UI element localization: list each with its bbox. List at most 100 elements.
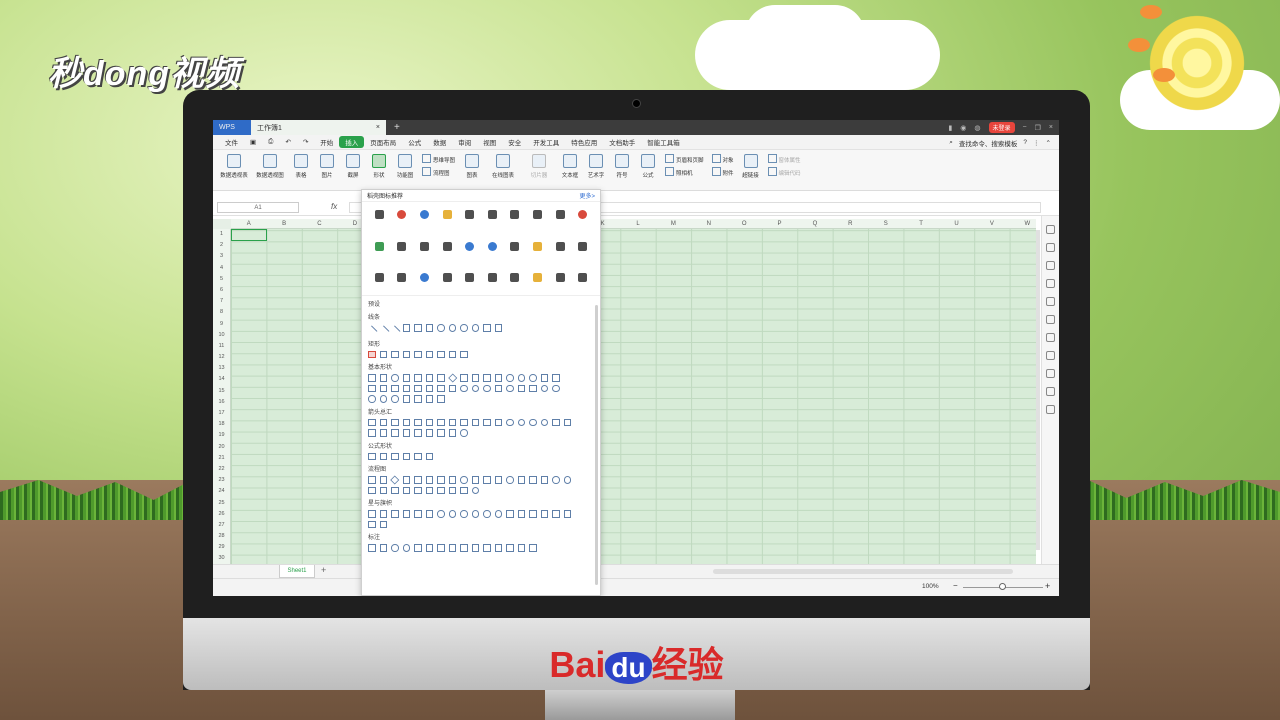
building-icon[interactable] (442, 241, 452, 251)
row-header[interactable]: 9 (213, 319, 230, 330)
storage-icon[interactable] (1046, 315, 1055, 324)
oval-shape[interactable] (391, 374, 399, 382)
row-header[interactable]: 3 (213, 251, 230, 262)
help-icon[interactable]: ? (1023, 139, 1027, 146)
display-shape[interactable] (471, 486, 479, 494)
row-header[interactable]: 14 (213, 374, 230, 385)
menu-tab-formulas[interactable]: 公式 (402, 137, 427, 147)
parallelogram-shape[interactable] (425, 374, 433, 382)
online-chart-button[interactable]: 在线图表 (486, 154, 520, 179)
menu-tab-developer[interactable]: 开发工具 (527, 137, 565, 147)
line-callout-4-shape[interactable] (448, 544, 456, 552)
fx-button[interactable]: fx (331, 202, 337, 211)
delay-shape[interactable] (425, 486, 433, 494)
or-shape[interactable] (563, 476, 571, 484)
column-header[interactable]: B (266, 219, 301, 228)
wps-app-tab[interactable]: WPS (213, 120, 251, 135)
row-header[interactable]: 25 (213, 498, 230, 509)
column-header[interactable]: S (868, 219, 903, 228)
curved-right-arrow-shape[interactable] (506, 418, 514, 426)
border-callout-1-shape[interactable] (506, 544, 514, 552)
vertical-textbox-shape[interactable] (379, 374, 387, 382)
frame-shape[interactable] (552, 374, 560, 382)
accent-callout-4-shape[interactable] (494, 544, 502, 552)
person-icon[interactable] (532, 273, 542, 283)
smiley-face-shape[interactable] (506, 384, 514, 392)
alternate-process-shape[interactable] (379, 476, 387, 484)
select-icon[interactable] (1046, 225, 1055, 234)
document-flow-shape[interactable] (437, 476, 445, 484)
money-icon[interactable] (374, 241, 384, 251)
snip-diagonal-rectangle-shape[interactable] (414, 350, 422, 358)
row-header[interactable]: 10 (213, 330, 230, 341)
left-up-arrow-shape[interactable] (483, 418, 491, 426)
command-search[interactable]: 查找命令、搜索模板 (959, 138, 1018, 148)
horizontal-scroll-shape[interactable] (563, 510, 571, 518)
row-header[interactable]: 5 (213, 274, 230, 285)
vertical-scrollbar[interactable] (1036, 230, 1040, 550)
star-5-shape[interactable] (402, 510, 410, 518)
search-icon[interactable]: ⌕ (949, 139, 953, 147)
snip-rectangle-shape[interactable] (391, 350, 399, 358)
slicer-button[interactable]: 切片器 (522, 154, 556, 179)
magnetic-disk-shape[interactable] (448, 486, 456, 494)
row-header[interactable]: 21 (213, 453, 230, 464)
camera-button[interactable]: 照相机 (665, 167, 704, 177)
cube-shape[interactable] (437, 384, 445, 392)
row-header[interactable]: 15 (213, 386, 230, 397)
round-single-rectangle-shape[interactable] (437, 350, 445, 358)
row-header[interactable]: 28 (213, 531, 230, 542)
block-arc-shape[interactable] (483, 384, 491, 392)
file-icon[interactable] (465, 273, 475, 283)
bulb-icon[interactable] (442, 210, 452, 219)
shapes-panel-scrollbar[interactable] (595, 305, 598, 585)
hexagon-shape[interactable] (471, 374, 479, 382)
curve-connector-shape[interactable] (437, 324, 445, 332)
ball-icon[interactable] (397, 210, 407, 219)
collate-shape[interactable] (368, 486, 376, 494)
line-callout-3-shape[interactable] (437, 544, 445, 552)
refresh-icon[interactable] (419, 241, 429, 251)
bent-arrow-shape[interactable] (460, 418, 468, 426)
double-brace-shape[interactable] (391, 395, 399, 403)
row-header[interactable]: 13 (213, 363, 230, 374)
row-header[interactable]: 23 (213, 475, 230, 486)
striped-right-arrow-shape[interactable] (552, 418, 560, 426)
close-tab-icon[interactable]: × (376, 124, 380, 131)
scribble-shape[interactable] (494, 324, 502, 332)
name-box[interactable]: A1 (217, 202, 299, 213)
star-4-shape[interactable] (391, 510, 399, 518)
column-header[interactable]: M (656, 219, 691, 228)
menu-tab-insert[interactable]: 插入 (339, 136, 365, 148)
punched-tape-shape[interactable] (540, 476, 548, 484)
right-brace-shape[interactable] (437, 395, 445, 403)
star-10-shape[interactable] (448, 510, 456, 518)
menu-tab-data[interactable]: 数据 (427, 137, 452, 147)
double-arrow-line-shape[interactable] (389, 325, 401, 337)
collapse-icon[interactable]: ⌃ (1046, 139, 1051, 147)
hyperlink-button[interactable]: 超链接 (739, 154, 763, 179)
multiply-shape[interactable] (391, 452, 399, 460)
cloud-callout-shape[interactable] (402, 544, 410, 552)
menu-tab-page-layout[interactable]: 页面布局 (364, 137, 402, 147)
curve-double-arrow-shape[interactable] (460, 324, 468, 332)
pie-shape[interactable] (529, 374, 537, 382)
process-shape[interactable] (368, 476, 376, 484)
column-header[interactable]: L (620, 219, 655, 228)
folded-corner-shape[interactable] (494, 384, 502, 392)
help-icon[interactable] (1046, 405, 1055, 414)
wordart-button[interactable]: 艺术字 (584, 154, 608, 179)
dodecagon-shape[interactable] (517, 374, 525, 382)
row-header[interactable]: 18 (213, 419, 230, 430)
restore-icon[interactable]: ❐ (1035, 124, 1041, 132)
row-header[interactable]: 20 (213, 442, 230, 453)
heart-shape[interactable] (517, 384, 525, 392)
star-icon[interactable] (1046, 297, 1055, 306)
settings-icon[interactable] (1046, 369, 1055, 378)
column-header[interactable]: V (974, 219, 1009, 228)
edit-icon[interactable] (532, 210, 542, 219)
down-arrow-shape[interactable] (402, 418, 410, 426)
star-6-shape[interactable] (414, 510, 422, 518)
row-header[interactable]: 12 (213, 352, 230, 363)
plaque-shape[interactable] (414, 384, 422, 392)
